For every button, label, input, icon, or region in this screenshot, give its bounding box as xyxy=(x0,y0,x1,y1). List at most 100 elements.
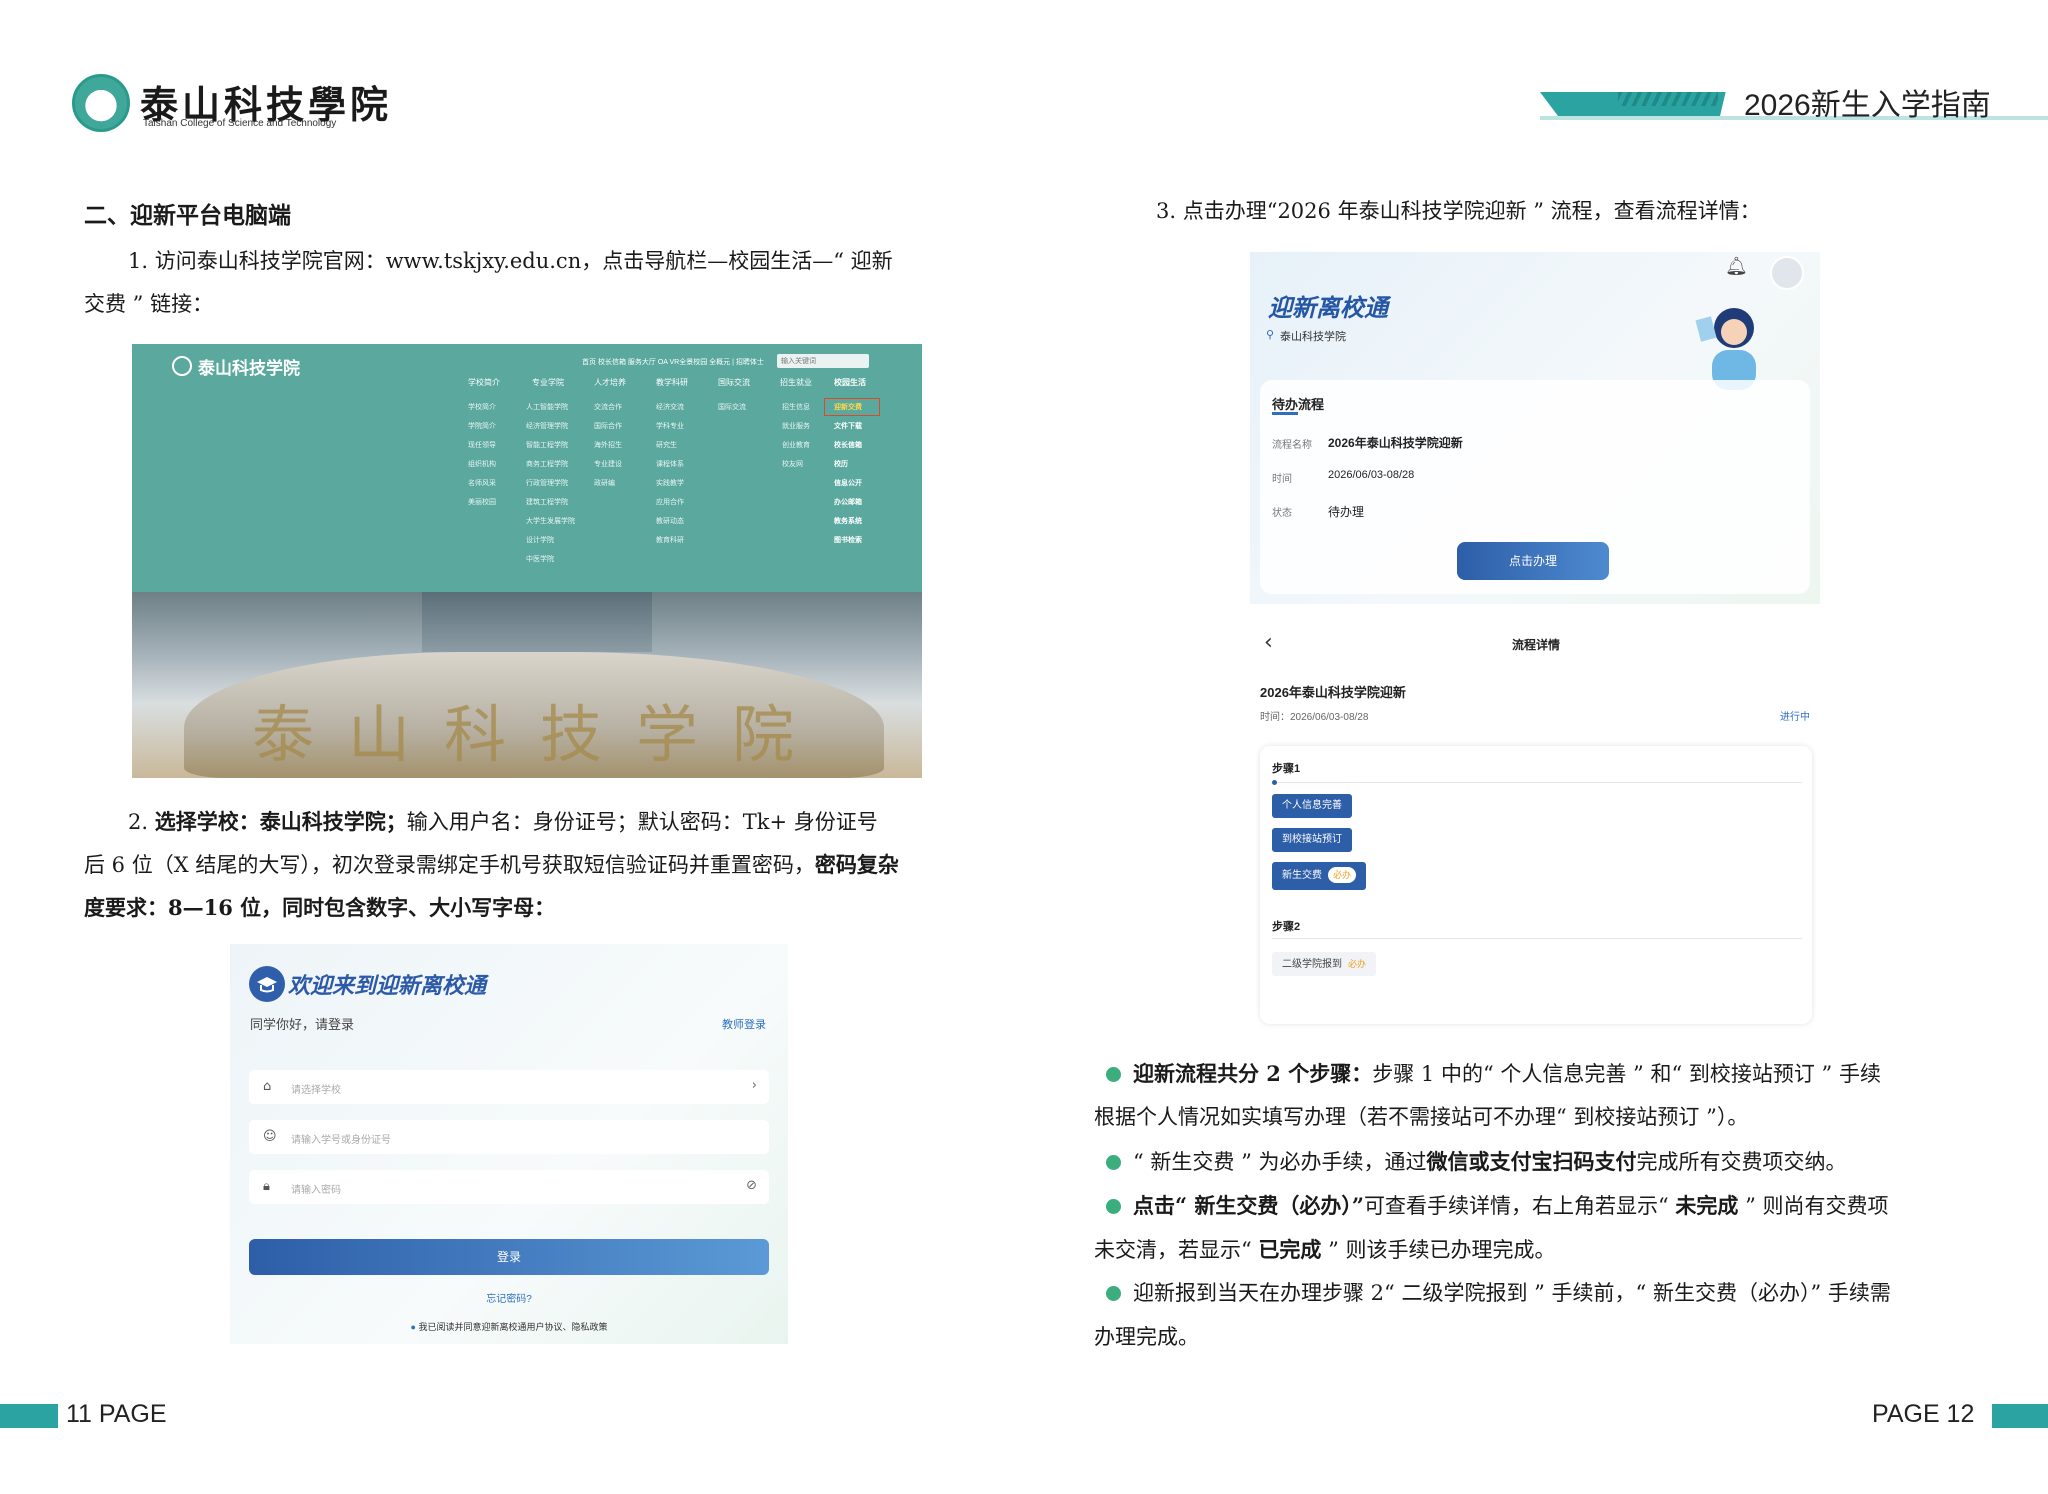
submenu-item[interactable]: 行政管理学院 xyxy=(526,478,575,497)
login-button[interactable]: 登录 xyxy=(249,1239,769,1275)
submenu-item[interactable]: 人工智能学院 xyxy=(526,402,575,421)
submenu-item[interactable]: 应用合作 xyxy=(656,497,684,516)
school-select[interactable]: ⌂ 请选择学校 › xyxy=(249,1070,769,1104)
note3-text-d: ” 则尚有交费项 xyxy=(1738,1194,1889,1218)
detail-time: 时间：2026/06/03-08/28 xyxy=(1260,712,1369,723)
fee-tag-label: 新生交费 xyxy=(1282,870,1322,881)
submenu-item[interactable]: 政研编 xyxy=(594,478,622,497)
process-time-value: 2026/06/03-08/28 xyxy=(1328,469,1415,481)
submenu-item[interactable]: 教务系统 xyxy=(834,516,862,535)
nav-item[interactable]: 专业学院 xyxy=(532,377,564,388)
note2-payment-method: 微信或支付宝扫码支付 xyxy=(1426,1149,1637,1174)
submenu-item[interactable]: 信息公开 xyxy=(834,478,862,497)
submenu-item[interactable]: 招生信息 xyxy=(782,402,810,421)
location-icon: ⚲ xyxy=(1266,328,1275,341)
submenu-item[interactable]: 实践教学 xyxy=(656,478,684,497)
nav-item[interactable]: 招生就业 xyxy=(780,377,812,388)
submenu-item[interactable]: 办公邮箱 xyxy=(834,497,862,516)
agreement-row[interactable]: ● 我已阅读并同意迎新离校通用户协议、隐私政策 xyxy=(230,1320,788,1333)
process-name-label: 流程名称 xyxy=(1272,440,1312,451)
nav-item[interactable]: 教学科研 xyxy=(656,377,688,388)
submenu-item[interactable]: 就业服务 xyxy=(782,421,810,440)
teacher-login-link[interactable]: 教师登录 xyxy=(722,1016,766,1032)
note4-text: 迎新报到当天在办理步骤 2“ 二级学院报到 ” 手续前，“ 新生交费（必办）” … xyxy=(1133,1281,1891,1305)
submenu-item[interactable]: 课程体系 xyxy=(656,459,684,478)
steps-card: 步骤1 个人信息完善 到校接站预订 新生交费 必办 步骤2 二级学院报到 必办 xyxy=(1260,746,1812,1024)
site-logo[interactable]: 泰山科技学院 xyxy=(198,354,300,379)
submenu-item[interactable]: 校历 xyxy=(834,459,862,478)
submenu-item[interactable]: 大学生发展学院 xyxy=(526,516,575,535)
header-stripes xyxy=(1618,92,1718,106)
note2-text-c: 完成所有交费项交纳。 xyxy=(1636,1150,1847,1174)
submenu-item[interactable]: 名师风采 xyxy=(468,478,496,497)
submenu-item[interactable]: 现任领导 xyxy=(468,440,496,459)
submenu-item[interactable]: 教育科研 xyxy=(656,535,684,554)
submenu-item[interactable]: 经济管理学院 xyxy=(526,421,575,440)
submenu-col3: 交流合作 国际合作 海外招生 专业建设 政研编 xyxy=(594,402,622,497)
submenu-item[interactable]: 国际合作 xyxy=(594,421,622,440)
submenu-item[interactable]: 专业建设 xyxy=(594,459,622,478)
avatar[interactable] xyxy=(1770,256,1804,290)
step2-complexity-label: 密码复杂 xyxy=(814,852,899,877)
bullet-icon xyxy=(1106,1286,1121,1301)
submenu-item[interactable]: 组织机构 xyxy=(468,459,496,478)
submenu-item[interactable]: 国际交流 xyxy=(718,402,746,421)
note3-heading: 点击“ 新生交费（必办）” xyxy=(1133,1193,1364,1218)
footer-bar-right xyxy=(1992,1404,2048,1428)
step2-credentials: 输入用户名：身份证号；默认密码：Tk+ 身份证号 xyxy=(406,810,878,834)
site-search-input[interactable]: 输入关键词 xyxy=(777,354,869,368)
submenu-item[interactable]: 学院简介 xyxy=(468,421,496,440)
submenu-item[interactable]: 海外招生 xyxy=(594,440,622,459)
footer-bar-left xyxy=(0,1404,58,1428)
nav-item[interactable]: 学校简介 xyxy=(468,377,500,388)
submenu-item[interactable]: 美丽校园 xyxy=(468,497,496,516)
submenu-item[interactable]: 经济交流 xyxy=(656,402,684,421)
submenu-item[interactable]: 文件下载 xyxy=(834,421,862,440)
submenu-item[interactable]: 智能工程学院 xyxy=(526,440,575,459)
submenu-item[interactable]: 图书检索 xyxy=(834,535,862,554)
note4-line1: 迎新报到当天在办理步骤 2“ 二级学院报到 ” 手续前，“ 新生交费（必办）” … xyxy=(1106,1272,1891,1315)
submenu-item[interactable]: 学校简介 xyxy=(468,402,496,421)
submenu-col7: 迎新交费 文件下载 校长信箱 校历 信息公开 办公邮箱 教务系统 图书检索 xyxy=(834,402,862,554)
submenu-item[interactable]: 建筑工程学院 xyxy=(526,497,575,516)
submenu-item[interactable]: 商务工程学院 xyxy=(526,459,575,478)
submenu-item[interactable]: 设计学院 xyxy=(526,535,575,554)
login-title: 欢迎来到迎新离校通 xyxy=(288,973,487,998)
chevron-right-icon: › xyxy=(751,1078,757,1093)
divider xyxy=(1272,938,1802,939)
bell-icon[interactable]: 🔔︎ xyxy=(1725,256,1748,277)
personal-info-tag[interactable]: 个人信息完善 xyxy=(1272,794,1352,818)
step2-text-line1: 2. 选择学校：泰山科技学院；输入用户名：身份证号；默认密码：Tk+ 身份证号 xyxy=(128,800,878,844)
pending-title: 待办流程 xyxy=(1272,397,1325,412)
forgot-password-link[interactable]: 忘记密码? xyxy=(230,1290,788,1305)
step2-number: 2. xyxy=(128,810,155,834)
note1-heading: 迎新流程共分 2 个步骤： xyxy=(1133,1061,1373,1086)
college-report-tag[interactable]: 二级学院报到 必办 xyxy=(1272,952,1377,976)
submenu-item[interactable]: 校长信箱 xyxy=(834,440,862,459)
eye-off-icon[interactable]: ⊘ xyxy=(746,1178,757,1193)
username-input[interactable]: ☺ 请输入学号或身份证号 xyxy=(249,1120,769,1154)
step1-label: 步骤1 xyxy=(1272,763,1301,775)
submenu-col5: 国际交流 xyxy=(718,402,746,421)
password-input[interactable]: 🔒︎ 请输入密码 ⊘ xyxy=(249,1170,769,1204)
step1-text-line1: 1. 访问泰山科技学院官网：www.tskjxy.edu.cn，点击导航栏—校园… xyxy=(128,249,893,273)
nav-item-campus-life[interactable]: 校园生活 xyxy=(834,377,866,388)
note1-text: 步骤 1 中的“ 个人信息完善 ” 和“ 到校接站预订 ” 手续 xyxy=(1372,1062,1881,1086)
password-placeholder: 请输入密码 xyxy=(291,1185,341,1196)
note3-text-e: 未交清，若显示“ xyxy=(1094,1238,1259,1262)
handle-button[interactable]: 点击办理 xyxy=(1457,542,1609,580)
site-toplinks[interactable]: 首页 校长信箱 服务大厅 OA VR全景校园 全概元 | 招聘体士 xyxy=(582,357,764,367)
submenu-item[interactable]: 研究生 xyxy=(656,440,684,459)
bullet-icon xyxy=(1106,1199,1121,1214)
new-student-fee-tag[interactable]: 新生交费 必办 xyxy=(1272,862,1367,890)
nav-item[interactable]: 人才培养 xyxy=(594,377,626,388)
station-booking-tag[interactable]: 到校接站预订 xyxy=(1272,828,1352,852)
submenu-item[interactable]: 校友网 xyxy=(782,459,810,478)
submenu-item[interactable]: 中医学院 xyxy=(526,554,575,573)
page-number-right: PAGE 12 xyxy=(1872,1400,1975,1428)
submenu-item[interactable]: 交流合作 xyxy=(594,402,622,421)
submenu-item[interactable]: 教研动态 xyxy=(656,516,684,535)
submenu-item[interactable]: 创业教育 xyxy=(782,440,810,459)
nav-item[interactable]: 国际交流 xyxy=(718,377,750,388)
submenu-item[interactable]: 学科专业 xyxy=(656,421,684,440)
